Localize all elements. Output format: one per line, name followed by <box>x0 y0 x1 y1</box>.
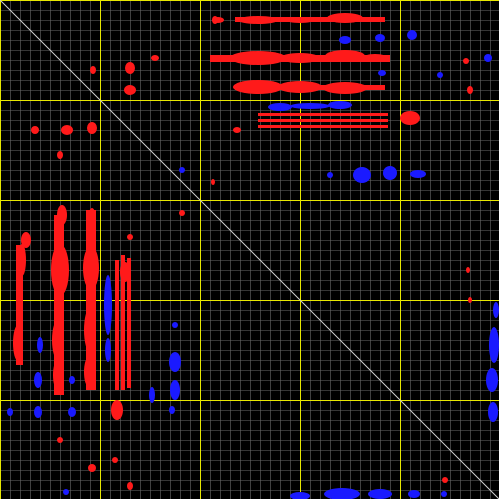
positive-contour <box>125 62 135 74</box>
spectrum-viewport[interactable] <box>0 0 499 499</box>
negative-contour <box>68 407 76 417</box>
positive-contour <box>120 262 130 282</box>
positive-contour <box>468 297 472 303</box>
negative-contour <box>368 489 392 499</box>
positive-contour <box>233 127 241 133</box>
positive-contour <box>16 245 23 365</box>
positive-contour <box>210 55 390 62</box>
negative-contour <box>353 167 371 183</box>
negative-contour <box>488 402 498 422</box>
positive-contour <box>151 55 159 61</box>
negative-contour <box>437 72 443 78</box>
negative-contour <box>484 54 492 62</box>
negative-contour <box>489 327 499 363</box>
negative-contour <box>172 322 178 328</box>
positive-contour <box>112 457 118 463</box>
negative-contour <box>34 406 42 418</box>
positive-contour <box>258 113 388 116</box>
positive-contour <box>127 234 133 240</box>
negative-contour <box>339 36 351 44</box>
negative-contour <box>328 101 352 109</box>
2d-spectrum-plot[interactable] <box>0 0 499 499</box>
negative-contour <box>375 34 385 42</box>
negative-contour <box>169 352 181 372</box>
positive-contour <box>179 210 185 216</box>
negative-contour <box>105 338 111 362</box>
negative-contour <box>290 103 330 109</box>
positive-contour <box>235 85 385 90</box>
positive-contour <box>467 86 473 94</box>
positive-contour <box>111 400 123 420</box>
positive-contour <box>258 119 388 122</box>
positive-contour <box>212 16 218 24</box>
negative-contour <box>149 387 155 403</box>
negative-contour <box>37 337 43 353</box>
positive-contour <box>31 126 39 134</box>
negative-contour <box>378 70 386 76</box>
negative-contour <box>169 406 175 414</box>
positive-contour <box>87 122 97 134</box>
negative-contour <box>327 172 333 178</box>
positive-contour <box>463 58 469 64</box>
positive-contour <box>400 111 420 125</box>
positive-contour <box>57 437 63 443</box>
negative-contour <box>104 275 112 335</box>
positive-contour <box>211 179 215 185</box>
positive-contour <box>54 215 64 395</box>
positive-contour <box>466 267 470 273</box>
positive-contour <box>88 464 96 472</box>
positive-contour <box>57 151 63 159</box>
positive-contour <box>61 125 73 135</box>
negative-contour <box>63 489 69 495</box>
positive-contour <box>235 17 385 22</box>
negative-contour <box>7 408 13 416</box>
negative-contour <box>34 372 42 388</box>
negative-contour <box>410 170 426 178</box>
negative-contour <box>268 103 292 111</box>
positive-contour <box>115 260 119 390</box>
negative-contour <box>493 302 499 318</box>
positive-contour <box>127 482 133 490</box>
negative-contour <box>407 30 417 40</box>
positive-contour <box>90 66 96 74</box>
negative-contour <box>179 167 185 173</box>
negative-contour <box>441 491 447 497</box>
positive-contour <box>442 477 448 483</box>
positive-contour <box>258 125 388 128</box>
positive-contour <box>124 85 136 95</box>
negative-contour <box>170 380 180 400</box>
negative-contour <box>69 376 75 384</box>
negative-contour <box>486 368 498 392</box>
negative-contour <box>408 490 420 498</box>
positive-contour <box>86 210 96 390</box>
negative-contour <box>383 166 397 180</box>
